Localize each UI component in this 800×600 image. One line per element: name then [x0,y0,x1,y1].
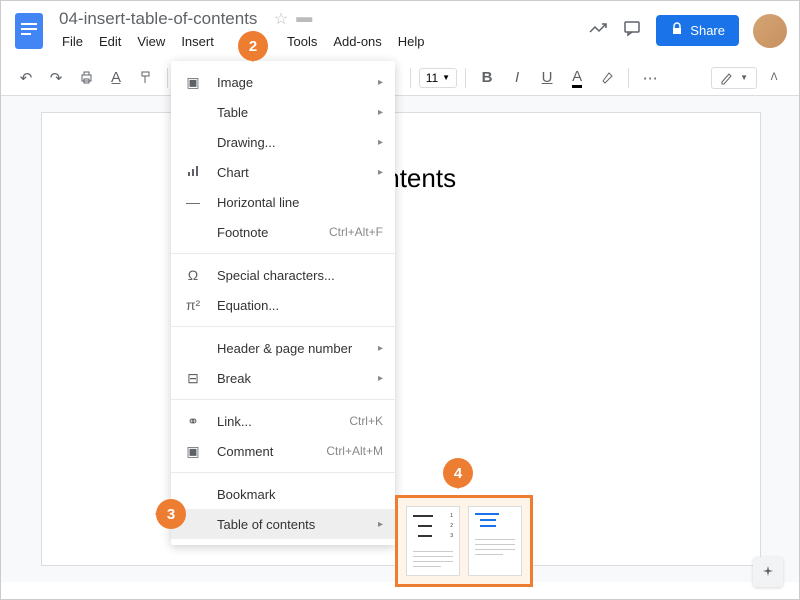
menu-item-toc[interactable]: Table of contents ▸ [171,509,395,539]
undo-button[interactable]: ↶ [13,65,39,91]
menu-item-link[interactable]: ⚭ Link... Ctrl+K [171,406,395,436]
toc-option-numbers[interactable]: 1 2 3 [406,506,460,576]
insert-dropdown: ▣ Image ▸ Table ▸ Drawing... ▸ Chart ▸ —… [171,61,395,545]
italic-button[interactable]: I [504,65,530,91]
submenu-arrow-icon: ▸ [378,373,383,384]
expand-button[interactable]: ᐱ [761,65,787,91]
highlight-button[interactable] [594,65,620,91]
separator [167,68,168,88]
separator [171,399,395,400]
submenu-arrow-icon: ▸ [378,519,383,530]
share-label: Share [690,23,725,38]
menu-view[interactable]: View [130,31,172,52]
comment-icon: ▣ [183,443,203,460]
menu-item-image[interactable]: ▣ Image ▸ [171,67,395,97]
submenu-arrow-icon: ▸ [378,167,383,178]
menu-item-footnote[interactable]: Footnote Ctrl+Alt+F [171,217,395,247]
separator [171,253,395,254]
menu-item-comment[interactable]: ▣ Comment Ctrl+Alt+M [171,436,395,466]
more-button[interactable]: ⋯ [637,65,663,91]
font-size-selector[interactable]: 11 ▼ [419,68,457,88]
menu-item-chart[interactable]: Chart ▸ [171,157,395,187]
callout-2: 2 [238,31,268,61]
bold-button[interactable]: B [474,65,500,91]
folder-icon[interactable]: ▬ [296,9,312,29]
separator [410,68,411,88]
menu-insert[interactable]: Insert [174,31,221,52]
activity-icon[interactable] [588,18,608,43]
separator [171,326,395,327]
star-icon[interactable]: ☆ [274,9,288,29]
submenu-arrow-icon: ▸ [378,77,383,88]
pi-icon: π² [183,297,203,313]
menu-addons[interactable]: Add-ons [326,31,388,52]
menu-item-break[interactable]: ⊟ Break ▸ [171,363,395,393]
explore-button[interactable] [753,557,783,587]
menu-file[interactable]: File [55,31,90,52]
text-color-button[interactable]: A [564,65,590,91]
document-heading: Contents [352,163,700,194]
underline-button[interactable]: U [534,65,560,91]
toc-option-links[interactable] [468,506,522,576]
user-avatar[interactable] [753,14,787,48]
link-icon: ⚭ [183,413,203,430]
separator [171,472,395,473]
menu-tools[interactable]: Tools [280,31,324,52]
toc-submenu: 1 2 3 [395,495,533,587]
document-title[interactable]: 04-insert-table-of-contents [55,7,261,30]
lock-icon [670,22,684,39]
callout-4: 4 [443,458,473,488]
line-icon: — [183,194,203,210]
menu-item-special-chars[interactable]: Ω Special characters... [171,260,395,290]
submenu-arrow-icon: ▸ [378,107,383,118]
paint-format-button[interactable] [133,65,159,91]
spellcheck-button[interactable]: A̲ [103,65,129,91]
docs-logo-icon[interactable] [13,11,45,51]
menu-edit[interactable]: Edit [92,31,128,52]
print-button[interactable] [73,65,99,91]
image-icon: ▣ [183,74,203,91]
menubar: File Edit View Insert Format Tools Add-o… [55,31,588,52]
menu-item-table[interactable]: Table ▸ [171,97,395,127]
callout-3: 3 [156,499,186,529]
menu-item-equation[interactable]: π² Equation... [171,290,395,320]
omega-icon: Ω [183,267,203,283]
menu-item-drawing[interactable]: Drawing... ▸ [171,127,395,157]
toolbar: ↶ ↷ A̲ 11 ▼ B I U A ⋯ ▼ ᐱ [1,60,799,96]
chart-icon [183,164,203,181]
menu-item-header[interactable]: Header & page number ▸ [171,333,395,363]
submenu-arrow-icon: ▸ [378,343,383,354]
share-button[interactable]: Share [656,15,739,46]
submenu-arrow-icon: ▸ [378,137,383,148]
editing-mode-button[interactable]: ▼ [711,67,757,89]
break-icon: ⊟ [183,370,203,387]
comments-icon[interactable] [622,18,642,43]
menu-item-hline[interactable]: — Horizontal line [171,187,395,217]
redo-button[interactable]: ↷ [43,65,69,91]
separator [465,68,466,88]
separator [628,68,629,88]
menu-help[interactable]: Help [391,31,432,52]
menu-item-bookmark[interactable]: Bookmark [171,479,395,509]
